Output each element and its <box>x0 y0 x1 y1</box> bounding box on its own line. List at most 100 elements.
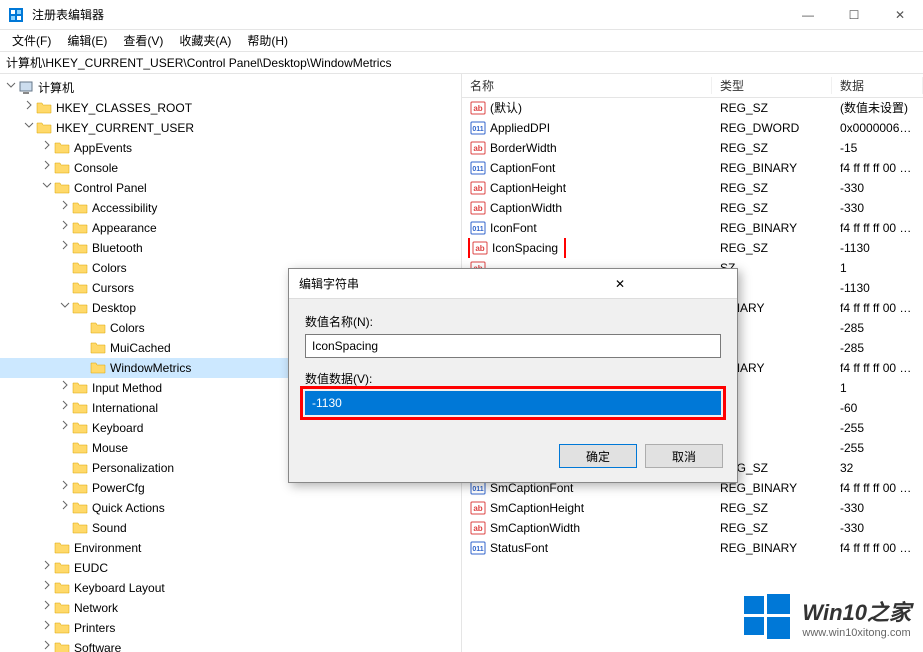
value-row[interactable]: ab(默认)REG_SZ(数值未设置) <box>462 98 923 118</box>
value-row[interactable]: 011CaptionFontREG_BINARYf4 ff ff ff 00 0… <box>462 158 923 178</box>
collapse-icon[interactable] <box>58 298 72 318</box>
collapse-icon[interactable] <box>4 78 18 98</box>
minimize-button[interactable]: — <box>785 0 831 30</box>
value-data: f4 ff ff ff 00 00 00 <box>832 218 923 238</box>
edit-string-dialog: 编辑字符串 ✕ 数值名称(N): 数值数据(V): 确定 取消 <box>288 268 738 483</box>
value-row[interactable]: abCaptionWidthREG_SZ-330 <box>462 198 923 218</box>
value-data: -330 <box>832 178 923 198</box>
expand-icon[interactable] <box>58 418 72 438</box>
tree-item-control-panel[interactable]: Control Panel <box>0 178 461 198</box>
menu-view[interactable]: 查看(V) <box>115 30 171 51</box>
address-text: 计算机\HKEY_CURRENT_USER\Control Panel\Desk… <box>6 54 391 71</box>
tree-label: Mouse <box>92 438 134 458</box>
expand-icon[interactable] <box>58 218 72 238</box>
dialog-close-button[interactable]: ✕ <box>513 277 727 291</box>
expand-icon[interactable] <box>58 238 72 258</box>
value-name-input[interactable] <box>305 334 721 358</box>
cancel-button[interactable]: 取消 <box>645 444 723 468</box>
menu-favorites[interactable]: 收藏夹(A) <box>171 30 239 51</box>
list-header: 名称 类型 数据 <box>462 74 923 98</box>
tree-label: Control Panel <box>74 178 153 198</box>
tree-label: Environment <box>74 538 147 558</box>
value-data-highlight <box>300 386 726 420</box>
svg-text:ab: ab <box>473 184 482 193</box>
folder-icon <box>72 240 88 256</box>
tree-item-appearance[interactable]: Appearance <box>0 218 461 238</box>
tree-item-network[interactable]: Network <box>0 598 461 618</box>
tree-label: Sound <box>92 518 133 538</box>
menu-edit[interactable]: 编辑(E) <box>59 30 115 51</box>
menu-file[interactable]: 文件(F) <box>4 30 59 51</box>
tree-item-hkey-current-user[interactable]: HKEY_CURRENT_USER <box>0 118 461 138</box>
value-row[interactable]: 011IconFontREG_BINARYf4 ff ff ff 00 00 0… <box>462 218 923 238</box>
col-header-data[interactable]: 数据 <box>832 77 923 94</box>
value-type: REG_BINARY <box>712 158 832 178</box>
maximize-button[interactable]: ☐ <box>831 0 877 30</box>
value-row[interactable]: abBorderWidthREG_SZ-15 <box>462 138 923 158</box>
value-row[interactable]: abIconSpacingREG_SZ-1130 <box>462 238 923 258</box>
tree-item-sound[interactable]: Sound <box>0 518 461 538</box>
svg-text:ab: ab <box>473 144 482 153</box>
ok-button[interactable]: 确定 <box>559 444 637 468</box>
expand-icon[interactable] <box>40 598 54 618</box>
value-name: SmCaptionHeight <box>490 498 584 518</box>
dialog-titlebar[interactable]: 编辑字符串 ✕ <box>289 269 737 299</box>
tree-label: Software <box>74 638 127 652</box>
col-header-type[interactable]: 类型 <box>712 77 832 94</box>
value-name: CaptionHeight <box>490 178 566 198</box>
value-row[interactable]: abCaptionHeightREG_SZ-330 <box>462 178 923 198</box>
close-button[interactable]: ✕ <box>877 0 923 30</box>
svg-text:011: 011 <box>472 226 483 233</box>
tree-label: Colors <box>110 318 151 338</box>
value-row[interactable]: 011AppliedDPIREG_DWORD0x00000060 (96) <box>462 118 923 138</box>
expand-icon[interactable] <box>58 398 72 418</box>
folder-icon <box>72 420 88 436</box>
col-header-name[interactable]: 名称 <box>462 77 712 94</box>
tree-item-eudc[interactable]: EUDC <box>0 558 461 578</box>
binary-value-icon: 011 <box>470 160 486 176</box>
tree-item-bluetooth[interactable]: Bluetooth <box>0 238 461 258</box>
expand-icon[interactable] <box>58 378 72 398</box>
expand-icon[interactable] <box>58 478 72 498</box>
expand-icon[interactable] <box>58 498 72 518</box>
value-data-input[interactable] <box>305 391 721 415</box>
expand-icon[interactable] <box>40 578 54 598</box>
tree-item-console[interactable]: Console <box>0 158 461 178</box>
expand-icon[interactable] <box>40 558 54 578</box>
tree-item-hkey-classes-root[interactable]: HKEY_CLASSES_ROOT <box>0 98 461 118</box>
tree-item-quick-actions[interactable]: Quick Actions <box>0 498 461 518</box>
value-row[interactable]: abSmCaptionWidthREG_SZ-330 <box>462 518 923 538</box>
tree-item-keyboard-layout[interactable]: Keyboard Layout <box>0 578 461 598</box>
tree-item-appevents[interactable]: AppEvents <box>0 138 461 158</box>
expand-icon[interactable] <box>40 158 54 178</box>
collapse-icon[interactable] <box>22 118 36 138</box>
folder-icon <box>72 400 88 416</box>
address-bar[interactable]: 计算机\HKEY_CURRENT_USER\Control Panel\Desk… <box>0 52 923 74</box>
value-name: BorderWidth <box>490 138 557 158</box>
tree-item--[interactable]: 计算机 <box>0 78 461 98</box>
tree-item-environment[interactable]: Environment <box>0 538 461 558</box>
tree-item-accessibility[interactable]: Accessibility <box>0 198 461 218</box>
expand-icon[interactable] <box>40 618 54 638</box>
expand-icon[interactable] <box>40 138 54 158</box>
value-name: (默认) <box>490 98 522 118</box>
tree-item-software[interactable]: Software <box>0 638 461 652</box>
value-data: f4 ff ff ff 00 00 00 <box>832 358 923 378</box>
expand-icon[interactable] <box>22 98 36 118</box>
titlebar: 注册表编辑器 — ☐ ✕ <box>0 0 923 30</box>
value-type: REG_SZ <box>712 498 832 518</box>
expand-icon[interactable] <box>40 638 54 652</box>
tree-label: Keyboard <box>92 418 149 438</box>
value-row[interactable]: abSmCaptionHeightREG_SZ-330 <box>462 498 923 518</box>
value-row[interactable]: 011StatusFontREG_BINARYf4 ff ff ff 00 00… <box>462 538 923 558</box>
collapse-icon[interactable] <box>40 178 54 198</box>
folder-icon <box>90 340 106 356</box>
expand-icon[interactable] <box>58 198 72 218</box>
folder-icon <box>36 100 52 116</box>
folder-icon <box>72 500 88 516</box>
svg-text:ab: ab <box>473 104 482 113</box>
tree-label: Quick Actions <box>92 498 171 518</box>
tree-item-printers[interactable]: Printers <box>0 618 461 638</box>
menu-help[interactable]: 帮助(H) <box>239 30 296 51</box>
folder-icon <box>72 300 88 316</box>
